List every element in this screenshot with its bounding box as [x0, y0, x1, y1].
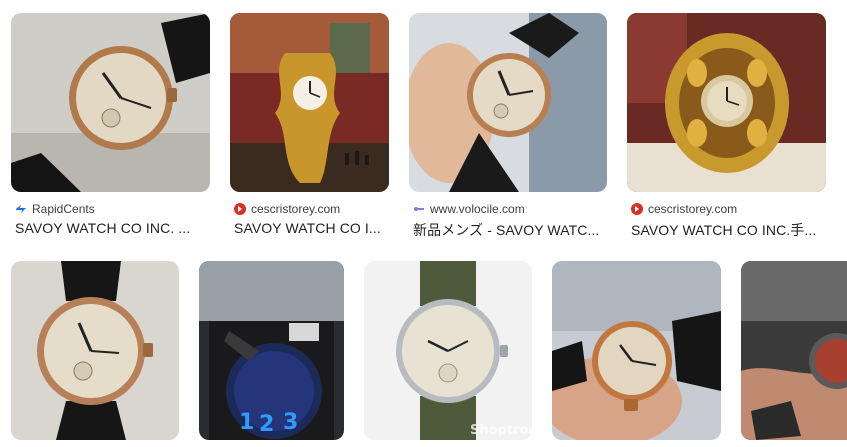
result-source-label: www.volocile.com [430, 202, 525, 216]
result-card-1[interactable]: RapidCents SAVOY WATCH CO INC. ... [11, 13, 210, 243]
result-source-2[interactable]: cescristorey.com [234, 202, 340, 216]
result-image-6[interactable]: 123 [199, 261, 344, 440]
watermark-text: Shoptroa [470, 423, 532, 438]
result-source-3[interactable]: www.volocile.com [413, 202, 525, 216]
result-source-4[interactable]: cescristorey.com [631, 202, 737, 216]
result-image-2[interactable] [230, 13, 389, 192]
result-caption-1[interactable]: SAVOY WATCH CO INC. ... [15, 220, 210, 236]
watch-image-1 [11, 13, 210, 192]
result-source-label: RapidCents [32, 202, 95, 216]
result-image-9[interactable] [741, 261, 847, 440]
result-image-3[interactable] [409, 13, 607, 192]
watch-image-8 [552, 261, 721, 440]
result-image-1[interactable] [11, 13, 210, 192]
watch-image-5 [11, 261, 179, 440]
result-card-3[interactable]: www.volocile.com 新品メンズ - SAVOY WATC... [409, 13, 607, 243]
watch-image-7 [364, 261, 532, 440]
watch-image-2 [230, 13, 389, 192]
result-source-label: cescristorey.com [648, 202, 738, 216]
result-card-4[interactable]: cescristorey.com SAVOY WATCH CO INC.手... [627, 13, 826, 243]
result-caption-3[interactable]: 新品メンズ - SAVOY WATC... [413, 220, 607, 240]
watch-image-3 [409, 13, 607, 192]
volocile-icon [414, 207, 424, 211]
watch-image-6: 123 [199, 261, 344, 440]
cescristorey-icon [234, 203, 246, 215]
result-caption-4[interactable]: SAVOY WATCH CO INC.手... [631, 220, 826, 240]
result-image-5[interactable] [11, 261, 179, 440]
cescristorey-icon [631, 203, 643, 215]
result-source-label: cescristorey.com [251, 202, 341, 216]
result-image-8[interactable] [552, 261, 721, 440]
result-image-7[interactable]: Shoptroa [364, 261, 532, 440]
watch-image-4 [627, 13, 826, 192]
result-image-4[interactable] [627, 13, 826, 192]
svg-text:3: 3 [283, 410, 298, 435]
result-card-2[interactable]: cescristorey.com SAVOY WATCH CO I... [230, 13, 389, 243]
svg-text:1: 1 [239, 410, 254, 435]
rapidcents-icon [16, 205, 26, 213]
watch-image-9 [741, 261, 847, 440]
svg-text:2: 2 [259, 412, 274, 437]
result-source-1[interactable]: RapidCents [15, 202, 95, 216]
result-caption-2[interactable]: SAVOY WATCH CO I... [234, 220, 389, 236]
